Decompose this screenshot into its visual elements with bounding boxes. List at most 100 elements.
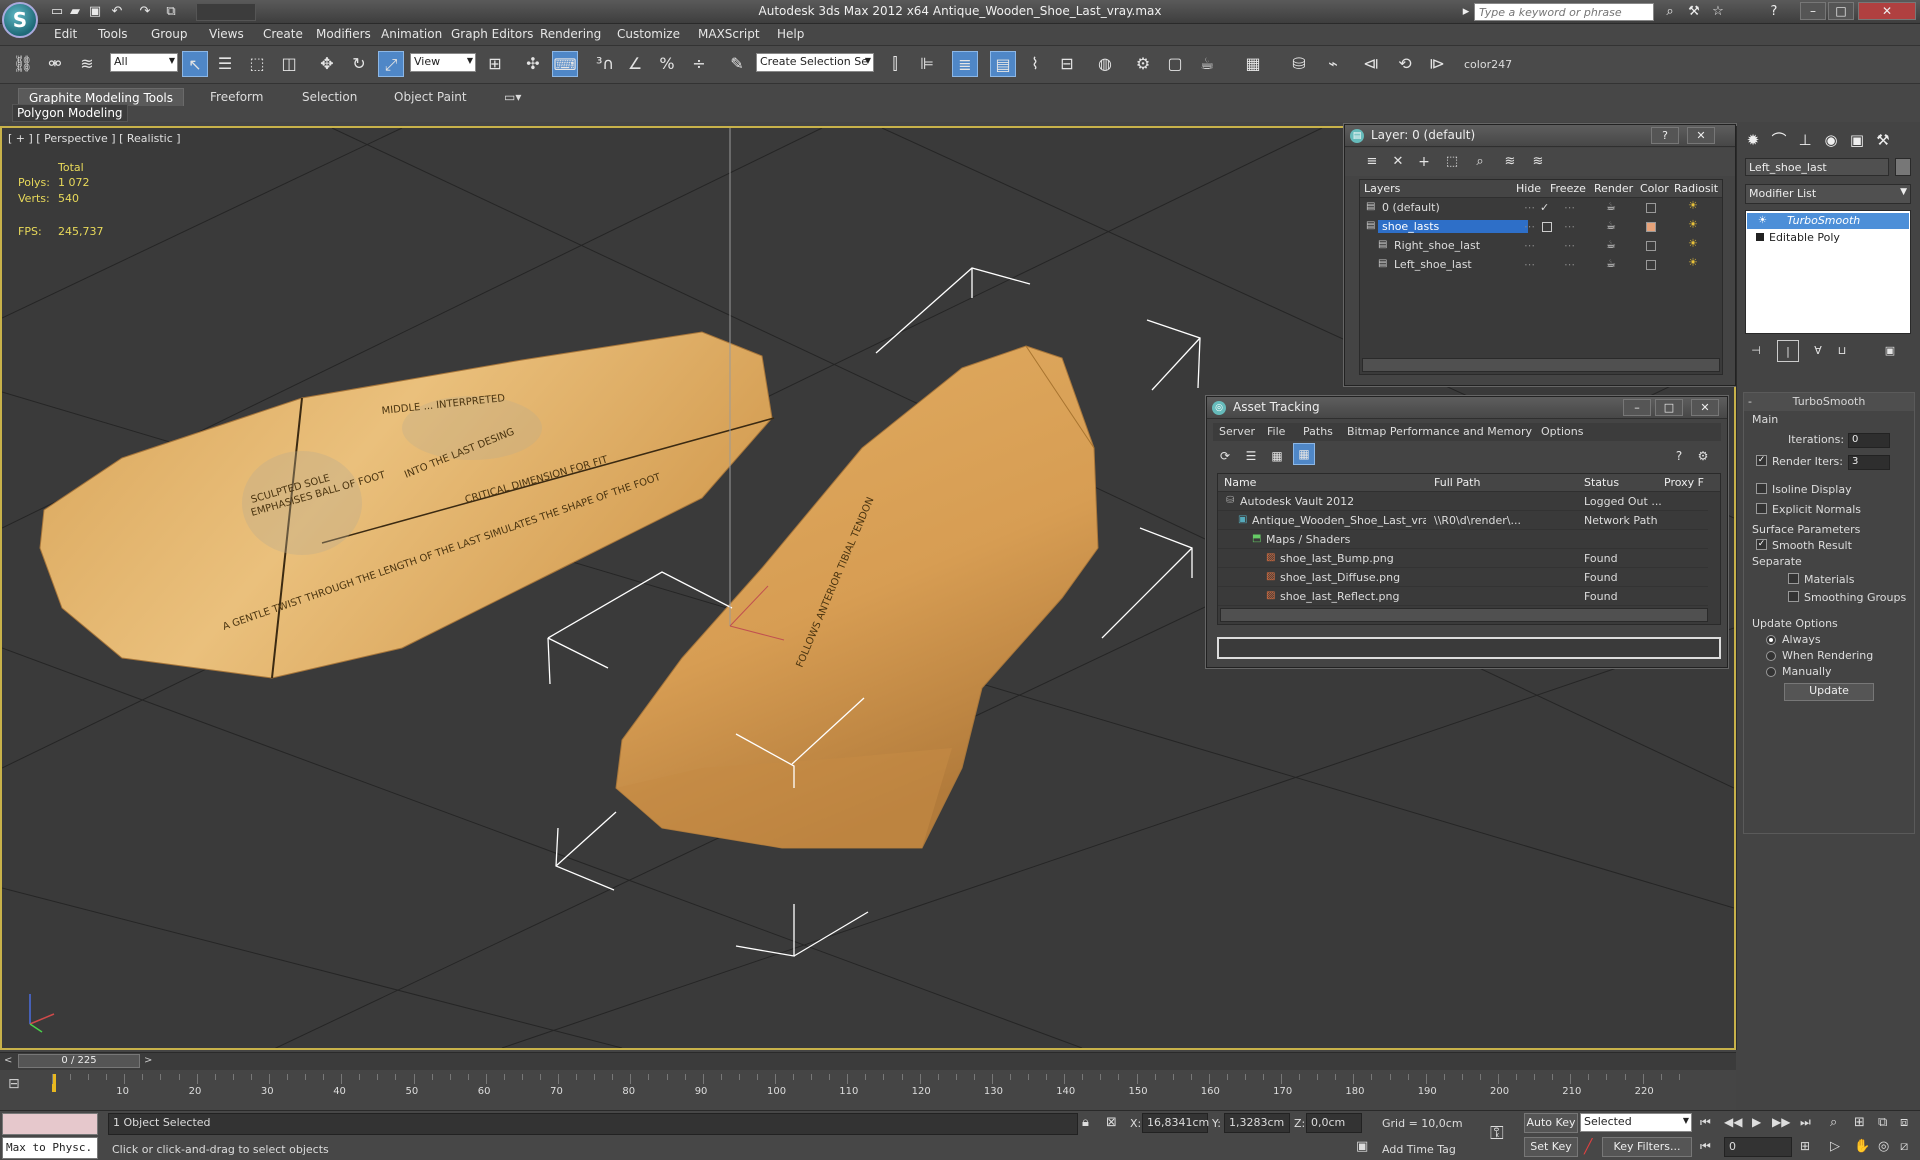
iterations-spinner[interactable]: 0 (1848, 433, 1890, 448)
select-and-manipulate-icon[interactable]: ✣ (520, 51, 546, 77)
asset-row[interactable]: ▨ shoe_last_Reflect.png Found (1218, 588, 1708, 606)
key-icon[interactable]: ╱ (1584, 1139, 1592, 1155)
asset-menu-server[interactable]: Server (1219, 425, 1255, 438)
zoom-icon[interactable]: ⌕ (1830, 1115, 1837, 1130)
key-mode-select[interactable]: Selected (1580, 1113, 1692, 1132)
col-full-path[interactable]: Full Path (1434, 476, 1480, 494)
create-tab-icon[interactable]: ✹ (1741, 128, 1765, 152)
select-object-icon[interactable]: ↖ (182, 51, 208, 77)
select-and-link-icon[interactable]: ⛓ (10, 51, 36, 77)
object-paint-icon[interactable]: ⟲ (1392, 51, 1418, 77)
maxscript-input[interactable]: Max to Physc. (2, 1137, 98, 1159)
hierarchy-tab-icon[interactable]: ⊥ (1793, 128, 1817, 152)
col-radiosity[interactable]: Radiosit (1674, 182, 1718, 200)
hide-toggle[interactable]: ⋯ (1524, 201, 1535, 214)
rectangle-selection-icon[interactable]: ⬚ (244, 51, 270, 77)
menu-group[interactable]: Group (151, 27, 188, 41)
pan-view-icon[interactable]: ✋ (1854, 1139, 1870, 1154)
zoom-extents-all-icon[interactable]: ⧈ (1900, 1115, 1908, 1130)
smooth-result-checkbox[interactable]: ✓ (1756, 539, 1767, 550)
layer-row[interactable]: ▤ 0 (default) ✓ ⋯ ⋯ ☕ ☀ (1360, 199, 1722, 217)
freeze-all-layers-icon[interactable]: ≋ (1525, 149, 1551, 175)
render-setup-icon[interactable]: ⚙ (1130, 51, 1156, 77)
next-frame-icon[interactable]: ▶▶ (1772, 1115, 1790, 1129)
render-teapot-icon[interactable]: ☕ (1606, 257, 1616, 270)
object-name-field[interactable]: Left_shoe_last (1745, 158, 1889, 176)
angle-snap-icon[interactable]: ∠ (622, 51, 648, 77)
edit-named-selection-icon[interactable]: ✎ (724, 51, 750, 77)
smoothing-groups-checkbox[interactable] (1788, 591, 1799, 602)
asset-row[interactable]: ⛁ Autodesk Vault 2012 Logged Out ... (1218, 493, 1708, 511)
playblast-icon[interactable]: ⧏ (1358, 51, 1384, 77)
hide-toggle[interactable]: ⋯ (1524, 239, 1535, 252)
col-name[interactable]: Name (1224, 476, 1256, 494)
spinner-snap-icon[interactable]: ÷ (686, 51, 712, 77)
percent-snap-icon[interactable]: % (654, 51, 680, 77)
undo-icon[interactable]: ↶ (108, 3, 126, 21)
freeze-toggle[interactable]: ⋯ (1564, 201, 1575, 214)
asset-window-title-bar[interactable]: ◎ Asset Tracking – □ ✕ (1207, 397, 1727, 419)
time-slider-handle[interactable]: 0 / 225 (18, 1054, 140, 1068)
menu-animation[interactable]: Animation (381, 27, 442, 41)
new-file-icon[interactable]: ▭ (48, 3, 66, 21)
prev-frame-icon[interactable]: ◀◀ (1724, 1115, 1742, 1129)
thumbnail-view-icon[interactable]: ▦ (1267, 443, 1287, 469)
radiosity-icon[interactable]: ☀ (1688, 256, 1698, 269)
tab-object-paint[interactable]: Object Paint (384, 88, 477, 106)
select-and-scale-icon[interactable]: ⤢ (378, 51, 404, 77)
radiosity-icon[interactable]: ☀ (1688, 237, 1698, 250)
curve-editor-icon[interactable]: ⌇ (1022, 51, 1048, 77)
current-frame-field[interactable]: 0 (1724, 1137, 1792, 1157)
stack-item-turbosmooth[interactable]: TurboSmooth (1747, 213, 1909, 229)
layer-active-toggle[interactable] (1542, 222, 1552, 232)
rendered-frame-window-icon[interactable]: ▢ (1162, 51, 1188, 77)
hide-toggle[interactable]: ⋯ (1524, 258, 1535, 271)
modifier-list-select[interactable]: Modifier List ▼ (1745, 184, 1911, 204)
col-hide[interactable]: Hide (1516, 182, 1541, 200)
polygon-modeling-panel[interactable]: Polygon Modeling (12, 104, 128, 122)
render-production-icon[interactable]: ☕ (1194, 51, 1220, 77)
pin-stack-icon[interactable]: ⊣ (1745, 340, 1767, 362)
radiosity-icon[interactable]: ☀ (1688, 218, 1698, 231)
stack-item-editable-poly[interactable]: Editable Poly (1747, 230, 1909, 246)
select-by-name-icon[interactable]: ☰ (212, 51, 238, 77)
close-button[interactable]: ✕ (1858, 2, 1916, 20)
object-color-swatch[interactable] (1895, 158, 1911, 176)
create-layer-icon[interactable]: ≡ (1359, 149, 1385, 175)
layer-row[interactable]: ▤ shoe_lasts ⋯ ⋯ ☕ ☀ (1360, 218, 1722, 236)
time-config-icon[interactable]: ⊞ (1800, 1139, 1810, 1153)
open-file-icon[interactable]: ▰ (66, 3, 84, 21)
help-icon[interactable]: ? (1764, 3, 1784, 21)
maximize-viewport-icon[interactable]: ⧄ (1900, 1139, 1908, 1154)
z-coordinate-field[interactable]: 0,0cm (1306, 1113, 1362, 1133)
asset-menu-bitmap[interactable]: Bitmap Performance and Memory (1347, 425, 1532, 438)
minimize-button[interactable]: – (1800, 2, 1826, 20)
orbit-icon[interactable]: ◎ (1878, 1139, 1889, 1154)
binoculars-icon[interactable]: ⌕ (1660, 3, 1680, 21)
layer-window-help-button[interactable]: ? (1651, 127, 1679, 144)
track-bar[interactable]: ⊟ 10 20 30 40 50 60 70 80 90 100 110 120 130 140 150 16… (0, 1070, 1736, 1110)
asset-table-scrollbar[interactable] (1220, 608, 1708, 622)
time-prev-icon[interactable]: < (4, 1055, 12, 1066)
when-rendering-radio[interactable] (1766, 651, 1776, 661)
hide-all-layers-icon[interactable]: ≋ (1497, 149, 1523, 175)
tab-freeform[interactable]: Freeform (200, 88, 273, 106)
set-key-icon[interactable]: ⚿ (1490, 1123, 1504, 1144)
material-editor-icon[interactable]: ◍ (1092, 51, 1118, 77)
unlink-icon[interactable]: ⚮ (42, 51, 68, 77)
motion-tab-icon[interactable]: ◉ (1819, 128, 1843, 152)
set-key-button[interactable]: Set Key (1524, 1137, 1578, 1157)
add-time-tag-button[interactable]: Add Time Tag (1382, 1143, 1456, 1156)
active-layer-check-icon[interactable]: ✓ (1540, 201, 1549, 214)
col-render[interactable]: Render (1594, 182, 1633, 200)
render-teapot-icon[interactable]: ☕ (1606, 238, 1616, 251)
viewport-label[interactable]: [ + ] [ Perspective ] [ Realistic ] (8, 132, 181, 145)
modify-tab-icon[interactable]: ⌒ (1767, 128, 1791, 152)
goto-start-icon[interactable]: ⏮ (1700, 1115, 1711, 1130)
configure-sets-icon[interactable]: ▣ (1879, 340, 1901, 362)
render-teapot-icon[interactable]: ☕ (1606, 200, 1616, 213)
align-icon[interactable]: ⊫ (914, 51, 940, 77)
menu-modifiers[interactable]: Modifiers (316, 27, 371, 41)
asset-row[interactable]: ▣ Antique_Wooden_Shoe_Last_vray.... \\R0\d… (1218, 512, 1708, 530)
layer-manager-icon[interactable]: ≣ (952, 51, 978, 77)
